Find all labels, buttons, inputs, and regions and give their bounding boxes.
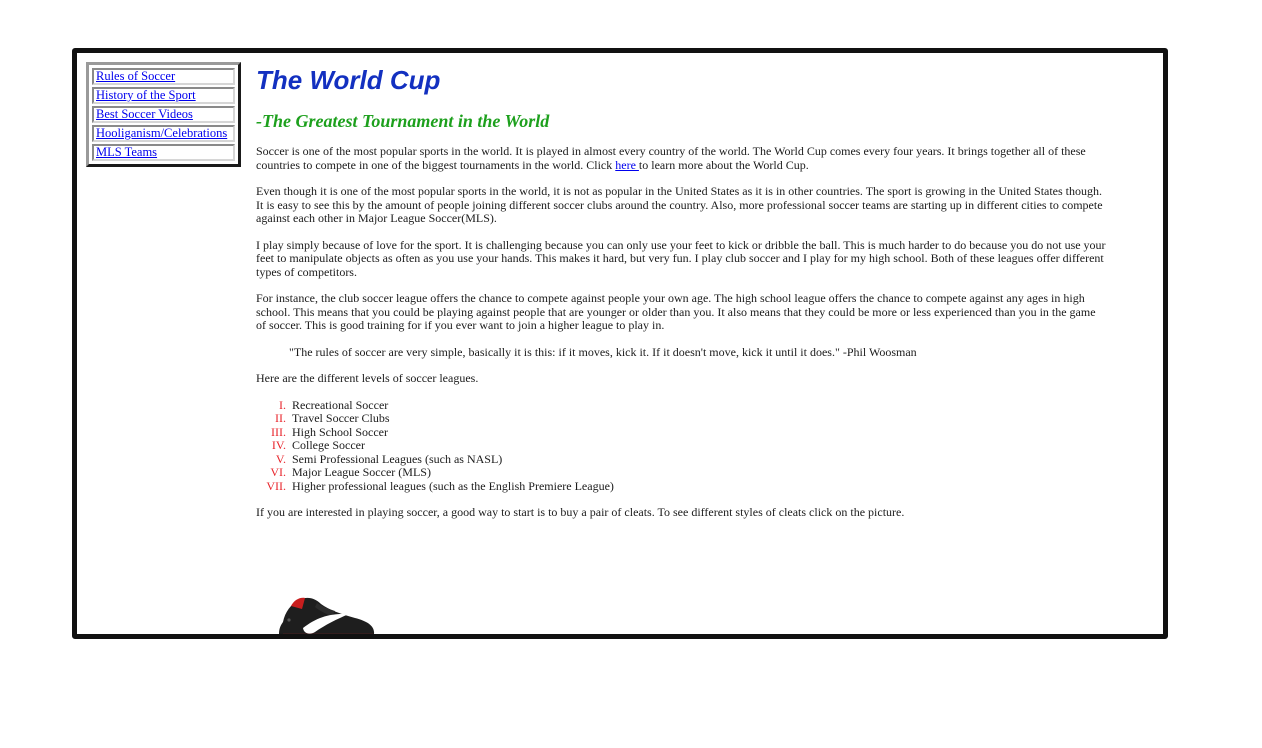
intro-paragraph: Soccer is one of the most popular sports… [256, 144, 1108, 172]
list-item: High School Soccer [289, 425, 1108, 440]
page-subtitle: -The Greatest Tournament in the World [256, 111, 550, 131]
cleats-paragraph: If you are interested in playing soccer,… [256, 505, 905, 519]
world-cup-here-link[interactable]: here [615, 158, 639, 172]
list-item: College Soccer [289, 438, 1108, 453]
page-title: The World Cup [256, 65, 441, 95]
leagues-paragraph: For instance, the club soccer league off… [256, 291, 1096, 332]
us-popularity-paragraph: Even though it is one of the most popula… [256, 184, 1103, 225]
list-item: Semi Professional Leagues (such as NASL) [289, 452, 1108, 467]
nav-link-rules-of-soccer[interactable]: Rules of Soccer [92, 68, 235, 85]
soccer-cleat-image[interactable] [277, 586, 377, 639]
league-levels-list: Recreational Soccer Travel Soccer Clubs … [256, 398, 1108, 494]
main-content: The World Cup -The Greatest Tournament i… [256, 64, 1108, 520]
list-item: Higher professional leagues (such as the… [289, 479, 1108, 494]
list-item: Major League Soccer (MLS) [289, 465, 1108, 480]
intro-text-after-link: to learn more about the World Cup. [638, 157, 809, 172]
sidebar-nav: Rules of Soccer History of the Sport Bes… [86, 62, 241, 167]
page-frame: Rules of Soccer History of the Sport Bes… [72, 48, 1168, 639]
quote: "The rules of soccer are very simple, ba… [289, 344, 917, 359]
why-i-play-paragraph: I play simply because of love for the sp… [256, 237, 1106, 279]
nav-link-history-of-the-sport[interactable]: History of the Sport [92, 87, 235, 104]
list-item: Travel Soccer Clubs [289, 411, 1108, 426]
list-item: Recreational Soccer [289, 398, 1108, 413]
nav-link-best-soccer-videos[interactable]: Best Soccer Videos [92, 106, 235, 123]
nav-link-mls-teams[interactable]: MLS Teams [92, 144, 235, 161]
nav-link-hooliganism-celebrations[interactable]: Hooliganism/Celebrations [92, 125, 235, 142]
levels-intro: Here are the different levels of soccer … [256, 371, 479, 385]
